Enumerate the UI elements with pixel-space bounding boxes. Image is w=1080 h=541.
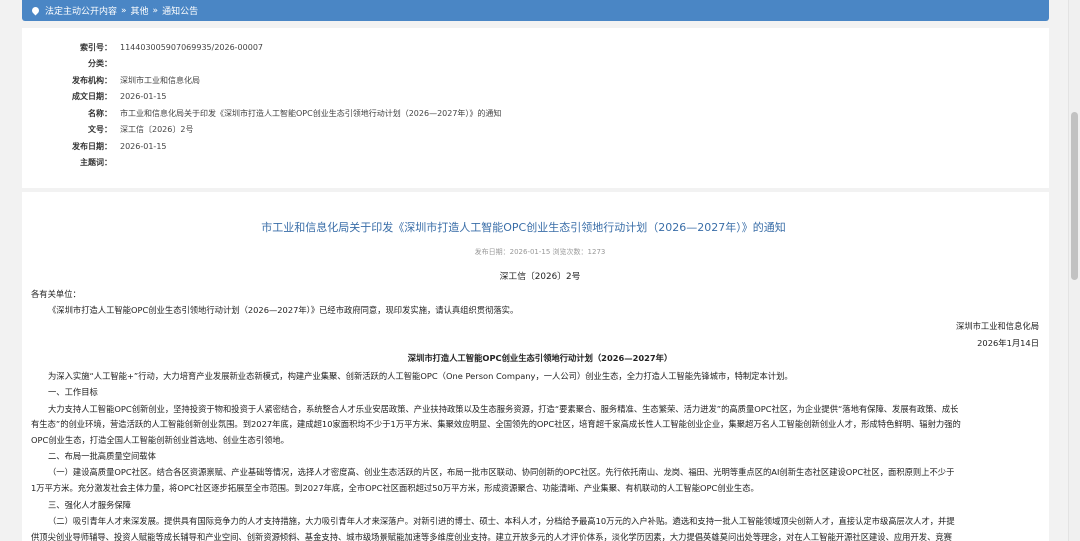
document-title: 市工业和信息化局关于印发《深圳市打造人工智能OPC创业生态引领地行动计划（202…	[261, 221, 786, 234]
paragraph-1: OPC创业生态，打造全国人工智能创新创业首选地、创业生态引领地。	[31, 435, 289, 445]
paragraph-1: 有生态”的创业环境，营造活跃的人工智能创新创业氛围。到2027年底，建成超10家…	[31, 419, 961, 429]
paragraph-3: （二）吸引青年人才来深发展。提供具有国际竞争力的人才支持措施，大力吸引青年人才来…	[48, 516, 955, 526]
plan-title: 深圳市打造人工智能OPC创业生态引领地行动计划（2026—2027年）	[407, 353, 673, 363]
meta-row-index: 索引号： 114403005907069935/2026-00007	[22, 39, 1022, 55]
breadcrumb-item-other[interactable]: 其他	[131, 4, 149, 17]
breadcrumb-separator: »	[121, 5, 127, 16]
meta-row-written-date: 成文日期： 2026-01-15	[22, 88, 1022, 104]
meta-label: 索引号：	[80, 42, 112, 52]
breadcrumb-item-public-content[interactable]: 法定主动公开内容	[45, 4, 117, 17]
issue-date: 2026年1月14日	[977, 338, 1039, 348]
paragraph-1: 大力支持人工智能OPC创新创业，坚持投资于物和投资于人紧密结合，系统整合人才乐业…	[48, 404, 959, 414]
salutation: 各有关单位：	[31, 289, 81, 299]
breadcrumb-separator: »	[152, 5, 159, 16]
meta-label: 名称：	[88, 108, 112, 118]
section-heading-1: 一、工作目标	[48, 387, 98, 397]
breadcrumb-item-notice[interactable]: 通知公告	[162, 4, 198, 17]
meta-row-doc-number: 文号： 深工信〔2026〕2号	[22, 121, 1022, 137]
meta-row-keywords: 主题词：	[22, 154, 1022, 170]
paragraph-3: 供顶尖创业导师辅导、投资人赋能等成长辅导和产业空间、创新资源倾斜、基金支持、城市…	[31, 532, 952, 541]
meta-label: 主题词：	[80, 157, 112, 167]
scrollbar-track[interactable]	[1068, 0, 1080, 541]
doc-number: 深工信〔2026〕2号	[499, 272, 581, 282]
metadata-panel: 索引号： 114403005907069935/2026-00007 分类： 发…	[22, 28, 1049, 188]
document-info: 发布日期：2026-01-15 浏览次数：1273	[474, 248, 606, 256]
issuer-signature: 深圳市工业和信息化局	[956, 321, 1039, 331]
meta-value: 市工业和信息化局关于印发《深圳市打造人工智能OPC创业生态引领地行动计划（202…	[120, 108, 502, 118]
paragraph-2: （一）建设高质量OPC社区。结合各区资源禀赋、产业基础等情况，选择人才密度高、创…	[48, 467, 955, 477]
meta-row-category: 分类：	[22, 55, 1022, 71]
meta-label: 成文日期：	[72, 91, 112, 101]
meta-row-issuer: 发布机构： 深圳市工业和信息化局	[22, 72, 1022, 88]
meta-label: 发布机构：	[72, 75, 112, 85]
meta-label: 文号：	[88, 124, 112, 134]
meta-value: 深圳市工业和信息化局	[120, 75, 200, 85]
section-heading-3: 三、强化人才服务保障	[48, 500, 131, 510]
meta-value: 2026-01-15	[120, 141, 167, 151]
meta-label: 发布日期：	[72, 141, 112, 151]
breadcrumb: 法定主动公开内容 » 其他 » 通知公告	[22, 0, 1049, 21]
meta-value: 2026-01-15	[120, 91, 167, 101]
meta-value: 114403005907069935/2026-00007	[120, 42, 264, 52]
section-heading-2: 二、布局一批高质量空间载体	[48, 451, 156, 461]
intro-paragraph: 《深圳市打造人工智能OPC创业生态引领地行动计划（2026—2027年）》已经市…	[48, 305, 519, 315]
meta-row-name: 名称： 市工业和信息化局关于印发《深圳市打造人工智能OPC创业生态引领地行动计划…	[22, 105, 1022, 121]
meta-value: 深工信〔2026〕2号	[120, 124, 194, 134]
paragraph-2: 1万平方米。充分激发社会主体力量，将OPC社区逐步拓展至全市范围。到2027年底…	[31, 483, 759, 493]
meta-row-publish-date: 发布日期： 2026-01-15	[22, 138, 1022, 154]
location-pin-icon	[30, 5, 41, 16]
meta-label: 分类：	[88, 58, 112, 68]
plan-intro: 为深入实施“人工智能+”行动，大力培育产业发展新业态新模式，构建产业集聚、创新活…	[48, 371, 793, 381]
